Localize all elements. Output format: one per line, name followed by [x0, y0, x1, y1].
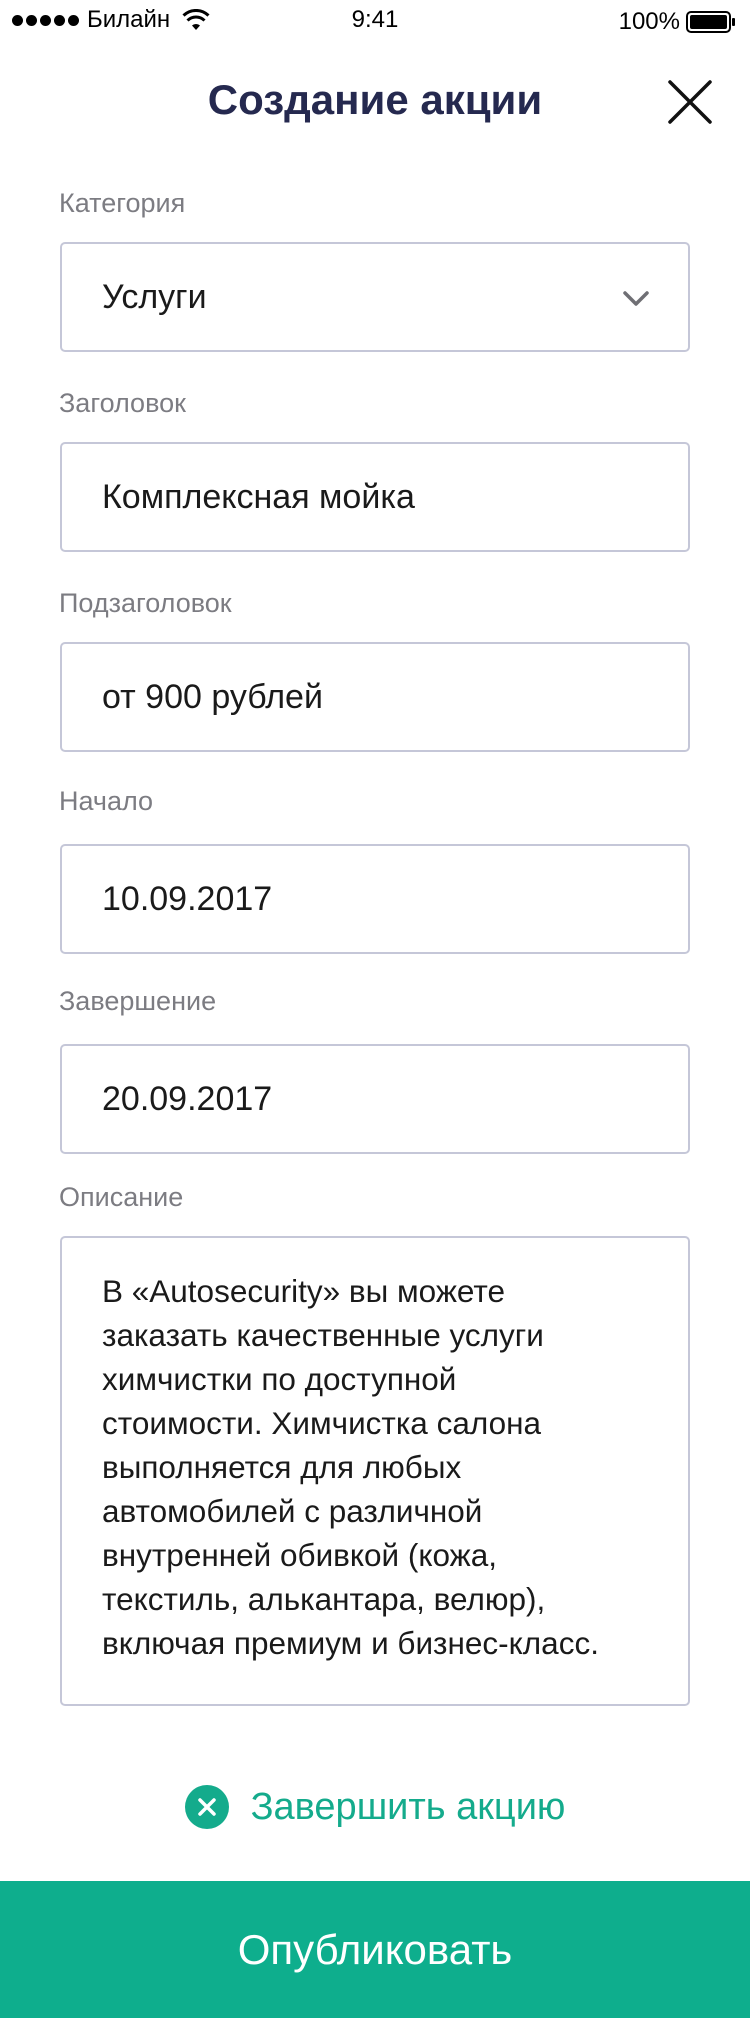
- close-icon[interactable]: [666, 78, 714, 126]
- publish-button[interactable]: Опубликовать: [0, 1881, 750, 2018]
- start-date-value: 10.09.2017: [102, 879, 273, 918]
- status-right: 100%: [619, 8, 736, 36]
- close-circle-icon: [184, 1785, 229, 1829]
- subtitle-label: Подзаголовок: [59, 588, 232, 618]
- battery-percent: 100%: [618, 8, 680, 35]
- category-select[interactable]: Услуги: [60, 242, 690, 352]
- end-date-input[interactable]: 20.09.2017: [60, 1044, 690, 1154]
- chevron-down-icon: [623, 291, 649, 306]
- title-input[interactable]: Комплексная мойка: [60, 442, 690, 552]
- category-label: Категория: [59, 188, 186, 218]
- start-date-label: Начало: [59, 786, 154, 816]
- category-value: Услуги: [102, 277, 207, 316]
- status-bar: Билайн 9:41 100%: [0, 0, 750, 40]
- end-date-label: Завершение: [59, 986, 217, 1016]
- end-promo-label: Завершить акцию: [250, 1785, 566, 1828]
- battery-icon: [686, 11, 735, 33]
- subtitle-input[interactable]: от 900 рублей: [60, 642, 690, 752]
- page-title: Создание акции: [207, 76, 543, 123]
- end-promo-button[interactable]: Завершить акцию: [0, 1782, 750, 1832]
- description-textarea[interactable]: В «Autosecurity» вы можете заказать каче…: [60, 1236, 690, 1706]
- description-label: Описание: [59, 1182, 184, 1212]
- create-promo-screen: Билайн 9:41 100% Создание акции Категори…: [0, 0, 750, 2018]
- end-date-value: 20.09.2017: [102, 1079, 273, 1118]
- title-value: Комплексная мойка: [102, 477, 415, 516]
- subtitle-value: от 900 рублей: [102, 677, 323, 716]
- title-label: Заголовок: [59, 388, 186, 418]
- start-date-input[interactable]: 10.09.2017: [60, 844, 690, 954]
